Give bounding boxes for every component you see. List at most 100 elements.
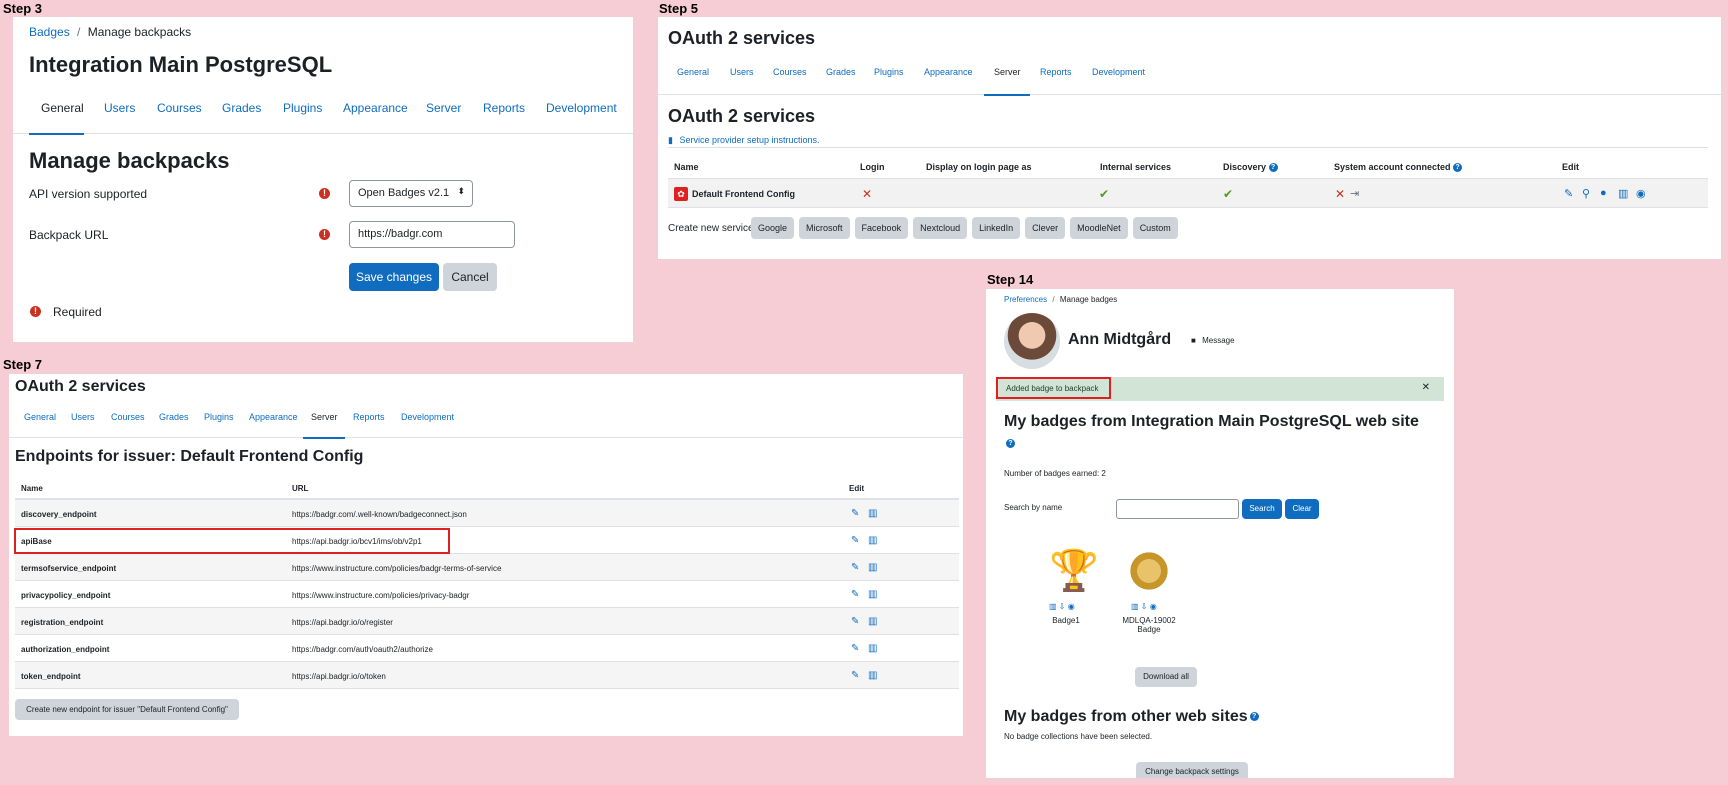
tab-appearance[interactable]: Appearance [249,412,298,422]
breadcrumb-badges[interactable]: Badges [29,25,70,39]
moodlenet-button[interactable]: MoodleNet [1070,217,1128,239]
backpack-url-label: Backpack URL [29,228,109,242]
edit-icon[interactable]: ✎ [851,643,859,654]
message-button[interactable]: ■ Message [1191,336,1235,345]
tab-development[interactable]: Development [401,412,454,422]
download-icon[interactable]: ⇩ [1059,602,1066,611]
save-changes-button[interactable]: Save changes [349,263,439,291]
endpoint-name: termsofservice_endpoint [21,564,117,573]
endpoint-url: https://api.badgr.io/o/token [292,672,386,681]
endpoint-name: privacypolicy_endpoint [21,591,111,600]
nextcloud-button[interactable]: Nextcloud [913,217,968,239]
close-icon[interactable]: ✕ [1422,382,1430,393]
api-version-select[interactable]: Open Badges v2.1 ⬍ [349,180,473,207]
edit-icon[interactable]: ✎ [851,535,859,546]
badge-count: Number of badges earned: 2 [1004,469,1106,478]
tab-grades[interactable]: Grades [222,101,261,115]
section-heading: OAuth 2 services [668,106,816,126]
edit-icon[interactable]: ✎ [1564,187,1573,200]
download-icon[interactable]: ⇩ [1141,602,1148,611]
view-icon[interactable]: ◉ [1636,187,1646,200]
cross-icon: ✕ [1335,187,1346,201]
tab-reports[interactable]: Reports [353,412,385,422]
connect-icon[interactable]: ⇥ [1350,187,1359,200]
table-row: apiBase https://api.badgr.io/bcv1/ims/ob… [14,527,959,554]
tab-grades[interactable]: Grades [826,67,856,77]
badge-actions: ▥ ⇩ ◉ [1131,602,1157,611]
table-row: registration_endpoint https://api.badgr.… [15,608,959,635]
tab-plugins[interactable]: Plugins [204,412,234,422]
delete-icon[interactable]: ▥ [1131,602,1139,611]
tab-courses[interactable]: Courses [773,67,807,77]
tab-general[interactable]: General [29,101,84,135]
tab-appearance[interactable]: Appearance [343,101,408,115]
tab-reports[interactable]: Reports [1040,67,1072,77]
facebook-button[interactable]: Facebook [854,217,909,239]
endpoint-name: registration_endpoint [21,618,104,627]
col-edit: Edit [1562,162,1579,172]
step-3-label: Step 3 [3,1,43,16]
tab-general[interactable]: General [677,67,709,77]
tab-development[interactable]: Development [1092,67,1145,77]
tab-users[interactable]: Users [71,412,95,422]
col-url: URL [292,484,309,493]
delete-icon[interactable]: ▥ [1618,187,1628,200]
setup-instructions-link[interactable]: ▮ Service provider setup instructions. [668,135,820,146]
cancel-button[interactable]: Cancel [443,263,497,291]
tab-reports[interactable]: Reports [483,101,525,115]
microsoft-button[interactable]: Microsoft [799,217,850,239]
tab-courses[interactable]: Courses [111,412,145,422]
search-icon[interactable]: ⚲ [1582,187,1590,200]
tab-general[interactable]: General [24,412,56,422]
delete-icon[interactable]: ▥ [1049,602,1057,611]
tab-courses[interactable]: Courses [157,101,202,115]
tab-development[interactable]: Development [546,101,617,115]
edit-icon[interactable]: ✎ [851,589,859,600]
badge-item[interactable]: 🏆 ▥ ⇩ ◉ Badge1 [1041,544,1099,625]
tab-grades[interactable]: Grades [159,412,189,422]
edit-icon[interactable]: ✎ [851,508,859,519]
google-button[interactable]: Google [751,217,795,239]
tab-appearance[interactable]: Appearance [924,67,973,77]
tab-server[interactable]: Server [303,412,345,439]
tab-server[interactable]: Server [426,101,461,115]
delete-icon[interactable]: ▥ [868,508,877,519]
linkedin-button[interactable]: LinkedIn [972,217,1021,239]
delete-icon[interactable]: ▥ [868,616,877,627]
tab-plugins[interactable]: Plugins [874,67,904,77]
tab-users[interactable]: Users [730,67,754,77]
clear-button[interactable]: Clear [1285,499,1319,519]
cross-icon: ✕ [862,187,873,201]
help-icon[interactable]: ? [1249,712,1259,722]
badge-item[interactable]: ▥ ⇩ ◉ MDLQA-19002 Badge [1119,544,1179,634]
tab-plugins[interactable]: Plugins [283,101,322,115]
view-icon[interactable]: ◉ [1068,602,1075,611]
delete-icon[interactable]: ▥ [868,670,877,681]
view-icon[interactable]: ◉ [1150,602,1157,611]
col-name: Name [21,484,43,493]
endpoint-url: https://badgr.com/auth/oauth2/authorize [292,645,433,654]
clever-button[interactable]: Clever [1025,217,1066,239]
delete-icon[interactable]: ▥ [868,643,877,654]
breadcrumb-preferences[interactable]: Preferences [1004,295,1047,304]
edit-icon[interactable]: ✎ [851,616,859,627]
create-endpoint-button[interactable]: Create new endpoint for issuer "Default … [15,699,239,720]
download-all-button[interactable]: Download all [1135,667,1197,687]
admin-tabs: General Users Courses Grades Plugins App… [658,67,1721,96]
search-input[interactable] [1116,499,1239,519]
user-icon[interactable]: ● [1600,187,1607,199]
edit-icon[interactable]: ✎ [851,670,859,681]
backpack-url-input[interactable]: https://badgr.com [349,221,515,248]
edit-icon[interactable]: ✎ [851,562,859,573]
delete-icon[interactable]: ▥ [868,589,877,600]
check-icon: ✔ [1099,187,1110,201]
search-button[interactable]: Search [1242,499,1282,519]
delete-icon[interactable]: ▥ [868,562,877,573]
delete-icon[interactable]: ▥ [868,535,877,546]
tab-server[interactable]: Server [984,67,1030,96]
tab-users[interactable]: Users [104,101,135,115]
change-backpack-settings-button[interactable]: Change backpack settings [1136,762,1248,778]
admin-tabs: General Users Courses Grades Plugins App… [13,101,633,135]
custom-button[interactable]: Custom [1132,217,1178,239]
help-icon[interactable]: ? [1006,439,1015,448]
